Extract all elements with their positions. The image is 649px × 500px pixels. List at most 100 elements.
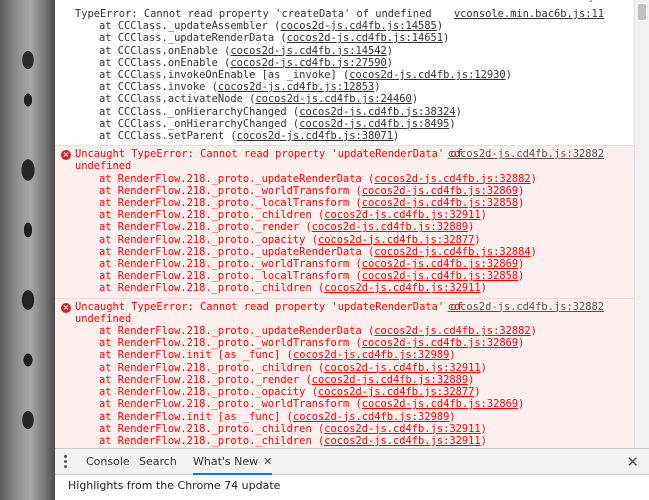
stack-frame-link[interactable]: cocos2d-js.cd4fb.js:32989 bbox=[293, 349, 449, 361]
stack-frame-function: at CCClass._onHierarchyChanged ( bbox=[99, 105, 300, 118]
stack-frame-paren: ) bbox=[530, 245, 537, 258]
stack-frame-link[interactable]: cocos2d-js.cd4fb.js:14542 bbox=[230, 45, 386, 57]
tab-search[interactable]: Search bbox=[139, 449, 177, 475]
stack-frame-link[interactable]: cocos2d-js.cd4fb.js:32889 bbox=[312, 374, 468, 386]
source-link[interactable]: vconsole.min.bac6b.js:11 bbox=[454, 8, 604, 20]
stack-frame-link[interactable]: cocos2d-js.cd4fb.js:32858 bbox=[362, 197, 518, 209]
error-icon: × bbox=[61, 302, 71, 313]
stack-frame-paren: ) bbox=[411, 93, 419, 106]
stack-frame-paren: ) bbox=[443, 32, 450, 45]
scroll-thumb[interactable] bbox=[638, 4, 646, 20]
stack-frame-paren: ) bbox=[518, 398, 525, 411]
tab-console[interactable]: Console bbox=[86, 449, 130, 475]
stack-frame: at RenderFlow.218._proto._worldTransform… bbox=[75, 258, 634, 270]
drawer-close-icon[interactable]: ✕ bbox=[626, 453, 639, 471]
stack-frame-function: at RenderFlow.218._proto._children ( bbox=[99, 361, 325, 374]
stack-frame-function: at RenderFlow.218._proto._updateRenderDa… bbox=[99, 245, 375, 258]
stack-frame-paren: ) bbox=[480, 209, 487, 222]
stack-frame-paren: ) bbox=[518, 270, 525, 283]
stack-frame-link[interactable]: cocos2d-js.cd4fb.js:12853 bbox=[218, 81, 374, 93]
stack-frame-function: at RenderFlow.218._proto._localTransform… bbox=[99, 270, 362, 283]
stack-frame-paren: ) bbox=[449, 410, 456, 423]
tab-whats-new[interactable]: What's New ✕ bbox=[193, 449, 273, 475]
stack-frame-paren: ) bbox=[386, 56, 394, 69]
stack-frame-paren: ) bbox=[393, 130, 400, 143]
stack-frame: at CCClass.activateNode (cocos2d-js.cd4f… bbox=[75, 93, 634, 105]
stack-frame: at CCClass._onHierarchyChanged (cocos2d-… bbox=[75, 118, 634, 130]
stack-frame-link[interactable]: cocos2d-js.cd4fb.js:32882 bbox=[374, 325, 530, 337]
stack-frame-link[interactable]: cocos2d-js.cd4fb.js:32911 bbox=[324, 209, 480, 221]
stack-frame: at RenderFlow.218._proto._render (cocos2… bbox=[75, 374, 634, 386]
stack-frame-function: at CCClass.activateNode ( bbox=[99, 93, 256, 106]
stack-frame: at CCClass._onHierarchyChanged (cocos2d-… bbox=[75, 106, 634, 118]
stack-frame: at RenderFlow.218._proto._children (coco… bbox=[75, 423, 634, 435]
stack-frame-link[interactable]: cocos2d-js.cd4fb.js:32911 bbox=[324, 435, 480, 447]
stack-frame-link[interactable]: cocos2d-js.cd4fb.js:32869 bbox=[362, 185, 518, 197]
stack-frame: at CCClass.invokeOnEnable [as _invoke] (… bbox=[75, 69, 634, 81]
tab-search-label: Search bbox=[139, 455, 177, 468]
log-message: vconsole.min.bac6b.js:11 TypeError: Canno… bbox=[55, 0, 634, 145]
stack-frame-paren: ) bbox=[480, 434, 487, 447]
stack-frame-link[interactable]: cocos2d-js.cd4fb.js:32889 bbox=[312, 221, 468, 233]
close-icon[interactable]: ✕ bbox=[263, 455, 272, 468]
stack-frame: at RenderFlow.218._proto._opacity (cocos… bbox=[75, 386, 634, 398]
console-messages[interactable]: vconsole.min.bac6b.js:11vconsole.min.bac… bbox=[55, 0, 634, 448]
stack-frame-link[interactable]: cocos2d-js.cd4fb.js:32911 bbox=[324, 282, 480, 294]
whats-new-panel: Highlights from the Chrome 74 update bbox=[55, 475, 649, 500]
stack-frame-function: at CCClass.invoke ( bbox=[99, 81, 218, 94]
stack-frame-paren: ) bbox=[436, 20, 444, 33]
stack-frame-link[interactable]: cocos2d-js.cd4fb.js:24460 bbox=[255, 93, 411, 105]
source-link[interactable]: cocos2d-js.cd4fb.js:32882 bbox=[448, 148, 604, 160]
drawer-tab-bar: Console Search What's New ✕ ✕ bbox=[55, 448, 649, 475]
stack-frame-function: at RenderFlow.218._proto._children ( bbox=[99, 422, 325, 435]
stack-frame-function: at RenderFlow.218._proto._updateRenderDa… bbox=[99, 325, 375, 338]
stack-frame-link[interactable]: cocos2d-js.cd4fb.js:32869 bbox=[362, 337, 518, 349]
stack-frame: at CCClass.onEnable (cocos2d-js.cd4fb.js… bbox=[75, 45, 634, 57]
stack-frame-link[interactable]: cocos2d-js.cd4fb.js:32882 bbox=[374, 173, 530, 185]
stack-frame-function: at CCClass.setParent ( bbox=[99, 130, 237, 143]
stack-frame-link[interactable]: cocos2d-js.cd4fb.js:38324 bbox=[299, 106, 455, 118]
stack-frame-link[interactable]: cocos2d-js.cd4fb.js:12930 bbox=[349, 69, 505, 81]
more-menu-icon[interactable] bbox=[64, 455, 68, 469]
stack-frame: at RenderFlow.218._proto._children (coco… bbox=[75, 282, 634, 294]
stack-frame: at RenderFlow.218._proto._opacity (cocos… bbox=[75, 234, 634, 246]
stack-frame-link[interactable]: cocos2d-js.cd4fb.js:8495 bbox=[299, 118, 449, 130]
console-scrollbar[interactable] bbox=[634, 0, 649, 448]
stack-frame-function: at RenderFlow.218._proto._worldTransform… bbox=[99, 398, 362, 411]
tab-console-label: Console bbox=[86, 455, 130, 468]
stack-frame: at RenderFlow.218._proto._updateRenderDa… bbox=[75, 173, 634, 185]
stack-frame: at RenderFlow.218._proto._localTransform… bbox=[75, 197, 634, 209]
stack-frame-paren: ) bbox=[474, 386, 481, 399]
stack-frame-function: at RenderFlow.218._proto._children ( bbox=[99, 209, 325, 222]
stack-frame-link[interactable]: cocos2d-js.cd4fb.js:27590 bbox=[230, 57, 386, 69]
stack-frame-function: at RenderFlow.218._proto._worldTransform… bbox=[99, 184, 362, 197]
stack-frame-paren: ) bbox=[468, 373, 475, 386]
source-link[interactable]: cocos2d-js.cd4fb.js:32882 bbox=[448, 301, 604, 313]
stack-frame-link[interactable]: cocos2d-js.cd4fb.js:32989 bbox=[293, 411, 449, 423]
stack-frame: at RenderFlow.218._proto._updateRenderDa… bbox=[75, 246, 634, 258]
stack-frame-link[interactable]: cocos2d-js.cd4fb.js:32911 bbox=[324, 362, 480, 374]
stack-frame-link[interactable]: cocos2d-js.cd4fb.js:32858 bbox=[362, 270, 518, 282]
stack-frame-link[interactable]: cocos2d-js.cd4fb.js:38071 bbox=[237, 130, 393, 142]
stack-frame-link[interactable]: cocos2d-js.cd4fb.js:32869 bbox=[362, 258, 518, 270]
stack-frame-function: at RenderFlow.218._proto._render ( bbox=[99, 373, 312, 386]
stack-frame-paren: ) bbox=[374, 81, 381, 94]
stack-frame-function: at CCClass._updateRenderData ( bbox=[99, 32, 287, 45]
stack-frame: at RenderFlow.218._proto._children (coco… bbox=[75, 435, 634, 447]
stack-frame-link[interactable]: cocos2d-js.cd4fb.js:14651 bbox=[287, 32, 443, 44]
stack-frame-link[interactable]: cocos2d-js.cd4fb.js:32869 bbox=[362, 398, 518, 410]
stack-frame-link[interactable]: cocos2d-js.cd4fb.js:32877 bbox=[318, 386, 474, 398]
stack-frame-function: at RenderFlow.218._proto._render ( bbox=[99, 221, 312, 234]
stack-frame-function: at RenderFlow.218._proto._updateRenderDa… bbox=[99, 172, 375, 185]
stack-frame-link[interactable]: cocos2d-js.cd4fb.js:32884 bbox=[374, 246, 530, 258]
stack-frame-function: at RenderFlow.init [as _func] ( bbox=[99, 349, 293, 362]
stack-frame-paren: ) bbox=[518, 184, 525, 197]
stack-frame: at CCClass.setParent (cocos2d-js.cd4fb.j… bbox=[75, 130, 634, 142]
stack-frame-link[interactable]: cocos2d-js.cd4fb.js:32877 bbox=[318, 234, 474, 246]
stack-frame-paren: ) bbox=[455, 105, 462, 118]
stack-frame-link[interactable]: cocos2d-js.cd4fb.js:32911 bbox=[324, 423, 480, 435]
stack-frame-paren: ) bbox=[386, 44, 394, 57]
stack-frame: at RenderFlow.218._proto._render (cocos2… bbox=[75, 221, 634, 233]
stack-frame-link[interactable]: cocos2d-js.cd4fb.js:14585 bbox=[280, 20, 436, 32]
stack-frame-function: at CCClass.onEnable ( bbox=[99, 56, 231, 69]
